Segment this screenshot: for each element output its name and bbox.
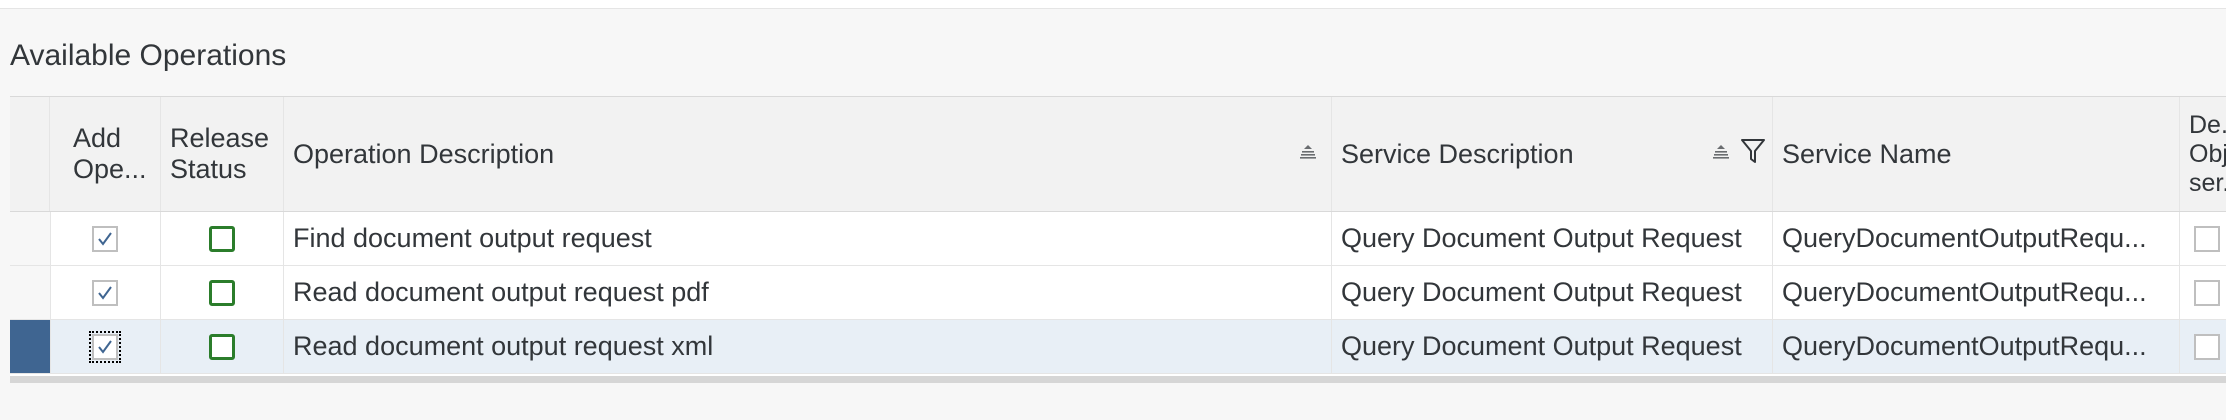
column-header-service-description[interactable]: Service Description (1332, 97, 1773, 211)
add-operation-line2: Ope... (73, 154, 147, 184)
sort-icon[interactable] (1299, 143, 1317, 161)
deprecated-checkbox (2194, 225, 2220, 252)
release-status-indicator (209, 225, 235, 252)
horizontal-scrollbar[interactable] (10, 376, 2226, 383)
deprecated-checkbox (2194, 279, 2220, 306)
add-operation-cell (50, 266, 161, 319)
service-name-cell: QueryDocumentOutputRequ... (1773, 212, 2180, 265)
table-row[interactable]: Read document output request pdf Query D… (10, 266, 2226, 320)
deprecated-cell (2180, 320, 2226, 373)
column-header-add-operation-label: Add Ope... (50, 123, 147, 185)
deprecated-line3: ser... (2189, 168, 2226, 197)
column-header-add-operation[interactable]: Add Ope... (50, 97, 161, 211)
column-header-service-description-label: Service Description (1341, 138, 1574, 169)
column-header-operation-description[interactable]: Operation Description (284, 97, 1332, 211)
add-operation-checkbox[interactable] (92, 225, 118, 252)
release-status-cell (161, 212, 284, 265)
service-name-cell: QueryDocumentOutputRequ... (1773, 266, 2180, 319)
deprecated-cell (2180, 212, 2226, 265)
column-header-release-status[interactable]: Release Status (161, 97, 284, 211)
service-name-cell: QueryDocumentOutputRequ... (1773, 320, 2180, 373)
filter-icon[interactable] (1740, 137, 1766, 165)
add-operation-cell (50, 212, 161, 265)
operations-table: Add Ope... Release Status Operation Desc… (10, 96, 2226, 379)
table-row[interactable]: Read document output request xml Query D… (10, 320, 2226, 374)
select-all-cell[interactable] (10, 97, 50, 211)
add-operation-checkbox[interactable] (89, 330, 121, 363)
service-name: QueryDocumentOutputRequ... (1782, 331, 2147, 361)
row-selector[interactable] (10, 212, 51, 265)
service-name: QueryDocumentOutputRequ... (1782, 223, 2147, 253)
release-status-line1: Release (170, 123, 270, 153)
page: Available Operations Add Ope... Release … (0, 0, 2226, 420)
checkmark-icon (98, 339, 112, 354)
table-header-row: Add Ope... Release Status Operation Desc… (10, 97, 2226, 212)
deprecated-checkbox (2194, 333, 2220, 360)
release-status-cell (161, 320, 284, 373)
release-status-line2: Status (170, 154, 247, 184)
operation-description: Read document output request xml (293, 331, 714, 361)
sort-icon[interactable] (1712, 143, 1730, 161)
deprecated-cell (2180, 266, 2226, 319)
service-description-cell: Query Document Output Request (1332, 320, 1773, 373)
column-header-service-name[interactable]: Service Name (1773, 97, 2180, 211)
add-operation-cell (50, 320, 161, 373)
operation-description-cell: Read document output request pdf (284, 266, 1332, 319)
table-row[interactable]: Find document output request Query Docum… (10, 212, 2226, 266)
deprecated-line2: Obj... (2189, 139, 2226, 168)
footer-area (0, 384, 2226, 420)
top-strip (0, 0, 2226, 9)
operation-description: Find document output request (293, 223, 652, 253)
row-selector[interactable] (10, 320, 51, 373)
operation-description-cell: Read document output request xml (284, 320, 1332, 373)
column-header-operation-description-label: Operation Description (293, 138, 555, 169)
release-status-indicator (209, 279, 235, 306)
column-header-release-status-label: Release Status (161, 123, 269, 185)
service-description: Query Document Output Request (1341, 223, 1742, 253)
service-description: Query Document Output Request (1341, 331, 1742, 361)
column-header-deprecated-label: De... Obj... ser... (2180, 111, 2226, 198)
service-description-cell: Query Document Output Request (1332, 212, 1773, 265)
add-operation-line1: Add (73, 123, 122, 153)
add-operation-checkbox[interactable] (92, 279, 118, 306)
column-header-deprecated[interactable]: De... Obj... ser... (2180, 97, 2226, 211)
section-title: Available Operations (10, 39, 287, 72)
row-selector[interactable] (10, 266, 51, 319)
deprecated-line1: De... (2189, 110, 2226, 139)
release-status-indicator (209, 333, 235, 360)
checkmark-icon (98, 285, 112, 300)
column-header-service-name-label: Service Name (1782, 138, 1952, 169)
service-name: QueryDocumentOutputRequ... (1782, 277, 2147, 307)
release-status-cell (161, 266, 284, 319)
operation-description: Read document output request pdf (293, 277, 709, 307)
service-description: Query Document Output Request (1341, 277, 1742, 307)
checkmark-icon (98, 231, 112, 246)
operation-description-cell: Find document output request (284, 212, 1332, 265)
service-description-cell: Query Document Output Request (1332, 266, 1773, 319)
